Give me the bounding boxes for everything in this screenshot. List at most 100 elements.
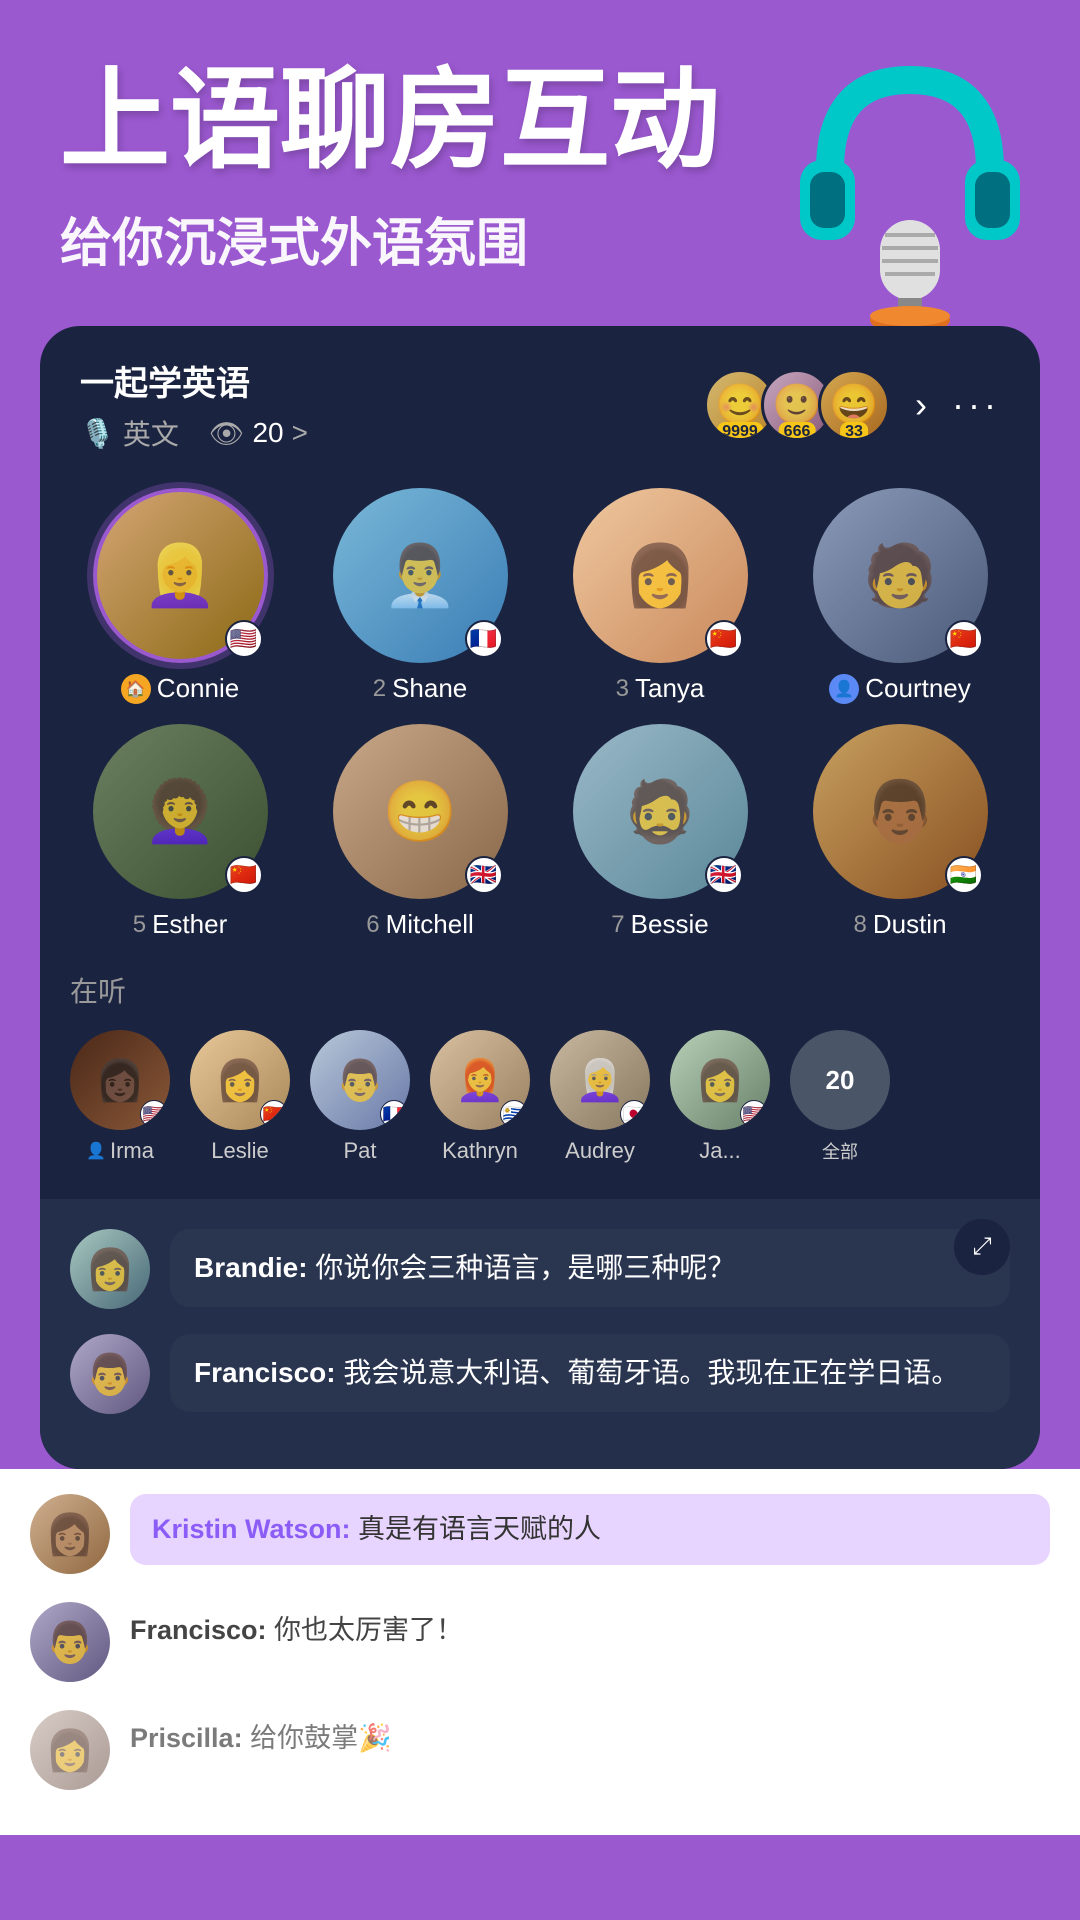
speaker-avatar-wrap: 👩‍🦱 🇨🇳 [93, 724, 268, 899]
stack-count-1: 9999 [717, 422, 763, 441]
speaker-name: Bessie [631, 909, 709, 940]
speaker-item[interactable]: 👩‍🦱 🇨🇳 5 Esther [70, 724, 290, 940]
chat-sender: Priscilla: [130, 1723, 250, 1753]
listener-item[interactable]: 👩🏿 🇺🇸 👤 Irma [70, 1030, 170, 1164]
listener-flag: 🇨🇳 [260, 1100, 288, 1128]
chat-text: Francisco: 我会说意大利语、葡萄牙语。我现在正在学日语。 [194, 1357, 959, 1388]
speaker-num: 8 [853, 911, 866, 939]
listener-name: Kathryn [442, 1138, 518, 1164]
speaker-avatar-wrap: 🧑 🇨🇳 [813, 488, 988, 663]
more-options-button[interactable]: ··· [952, 384, 1000, 426]
speaker-name: Shane [392, 673, 467, 704]
chat-avatar: 👨 [30, 1602, 110, 1682]
speaker-item[interactable]: 👨🏾 🇮🇳 8 Dustin [790, 724, 1010, 940]
bottom-chat-message: 👨 Francisco: 你也太厉害了！ [30, 1594, 1050, 1690]
listener-avatar: 👩 🇺🇸 [670, 1030, 770, 1130]
chat-sender: Francisco: [194, 1357, 343, 1388]
room-lang: 🎙️ 英文 [80, 413, 179, 453]
chat-bubble: Brandie: 你说你会三种语言，是哪三种呢？ [170, 1229, 1010, 1307]
viewers-count: 20 [252, 417, 283, 449]
listener-avatar: 👩🏿 🇺🇸 [70, 1030, 170, 1130]
listener-item[interactable]: 👩 🇺🇸 Ja... [670, 1030, 770, 1164]
speaker-avatar-wrap: 👩 🇨🇳 [573, 488, 748, 663]
bottom-chat-message: 👩 Priscilla: 给你鼓掌🎉 [30, 1710, 1050, 1790]
speaker-num: 2 [373, 675, 386, 703]
chat-text: Kristin Watson: 真是有语言天赋的人 [152, 1514, 601, 1544]
listener-more-item[interactable]: 20 全部 [790, 1030, 890, 1164]
host-icon: 🏠 [121, 674, 151, 704]
listener-flag: 🇫🇷 [380, 1100, 408, 1128]
bottom-chat-message: 👩🏽 Kristin Watson: 真是有语言天赋的人 [30, 1494, 1050, 1574]
chat-expand-button[interactable]: ⤢ [954, 1219, 1010, 1275]
header-area: 上语聊房互动 给你沉浸式外语氛围 [0, 0, 1080, 306]
speaker-avatar-wrap: 👨‍💼 🇫🇷 [333, 488, 508, 663]
mic-icon: 🎙️ [80, 417, 115, 450]
speaker-name-row: 6 Mitchell [366, 909, 474, 940]
listener-item[interactable]: 👩‍🦳 🇯🇵 Audrey [550, 1030, 650, 1164]
chat-avatar: 👩 [30, 1710, 110, 1790]
speaker-item[interactable]: 👱‍♀️ 🇺🇸 🏠 Connie [70, 488, 290, 704]
expand-avatars-button[interactable]: › [905, 384, 937, 426]
speaker-name-row: 👤 Courtney [829, 673, 971, 704]
speaker-item[interactable]: 🧑 🇨🇳 👤 Courtney [790, 488, 1010, 704]
flag-badge: 🇬🇧 [705, 856, 743, 894]
speaker-item[interactable]: 🧔 🇬🇧 7 Bessie [550, 724, 770, 940]
room-viewers[interactable]: 👁 20 > [209, 417, 308, 450]
listener-more-circle: 20 [790, 1030, 890, 1130]
chat-content: 真是有语言天赋的人 [358, 1514, 601, 1544]
listener-name: Ja... [699, 1138, 741, 1164]
room-info: 一起学英语 🎙️ 英文 👁 20 > [80, 356, 308, 453]
flag-badge: 🇺🇸 [225, 620, 263, 658]
chat-message: 👨 Francisco: 我会说意大利语、葡萄牙语。我现在正在学日语。 [70, 1334, 1010, 1414]
chat-bubble-highlight: Kristin Watson: 真是有语言天赋的人 [130, 1494, 1050, 1565]
listener-item[interactable]: 👨 🇫🇷 Pat [310, 1030, 410, 1164]
speaker-item[interactable]: 👨‍💼 🇫🇷 2 Shane [310, 488, 530, 704]
chat-content: 给你鼓掌🎉 [250, 1723, 392, 1753]
listener-name: Irma [110, 1138, 154, 1164]
stack-count-2: 666 [779, 422, 816, 441]
chat-sender: Francisco: [130, 1615, 274, 1645]
listeners-section: 在听 👩🏿 🇺🇸 👤 Irma 👩 🇨🇳 Leslie [40, 960, 1040, 1184]
chat-bubble: Francisco: 我会说意大利语、葡萄牙语。我现在正在学日语。 [170, 1334, 1010, 1412]
chat-text: Brandie: 你说你会三种语言，是哪三种呢？ [194, 1252, 735, 1283]
listener-avatar: 👩‍🦳 🇯🇵 [550, 1030, 650, 1130]
speaker-name: Courtney [865, 673, 971, 704]
speaker-name: Dustin [873, 909, 947, 940]
chat-avatar: 👨 [70, 1334, 150, 1414]
chat-sender: Brandie: [194, 1252, 315, 1283]
speaker-avatar-wrap: 🧔 🇬🇧 [573, 724, 748, 899]
stack-count-3: 33 [840, 422, 868, 441]
decoration-icon [770, 20, 1050, 340]
room-header: 一起学英语 🎙️ 英文 👁 20 > 😊 9999 [40, 326, 1040, 468]
speaker-num: 3 [616, 675, 629, 703]
listener-item[interactable]: 👩‍🦰 🇺🇾 Kathryn [430, 1030, 530, 1164]
room-actions: 😊 9999 🙂 666 😄 33 › ··· [704, 369, 1000, 441]
listener-item[interactable]: 👩 🇨🇳 Leslie [190, 1030, 290, 1164]
speaker-name-row: 5 Esther [133, 909, 228, 940]
listener-more-label: 全部 [822, 1138, 858, 1164]
bottom-chat: 👩🏽 Kristin Watson: 真是有语言天赋的人 👨 Francisco… [0, 1469, 1080, 1835]
speaker-num: 7 [611, 911, 624, 939]
chat-avatar: 👩🏽 [30, 1494, 110, 1574]
chat-content: 我会说意大利语、葡萄牙语。我现在正在学日语。 [343, 1357, 959, 1388]
chat-content: 你也太厉害了！ [274, 1615, 463, 1645]
speaker-avatar-wrap: 😁 🇬🇧 [333, 724, 508, 899]
listeners-title: 在听 [70, 970, 1010, 1010]
avatar-stack: 😊 9999 🙂 666 😄 33 [704, 369, 890, 441]
chat-text: Francisco: 你也太厉害了！ [130, 1615, 463, 1645]
viewers-arrow: > [292, 417, 308, 449]
speaker-name: Tanya [635, 673, 704, 704]
listener-name: Leslie [211, 1138, 268, 1164]
speaker-avatar-wrap: 👨🏾 🇮🇳 [813, 724, 988, 899]
speaker-item[interactable]: 😁 🇬🇧 6 Mitchell [310, 724, 530, 940]
chat-section: ⤢ 👩 Brandie: 你说你会三种语言，是哪三种呢？ 👨 Francisco… [40, 1199, 1040, 1469]
listener-flag: 🇺🇾 [500, 1100, 528, 1128]
listener-name: Audrey [565, 1138, 635, 1164]
speaker-name-row: 7 Bessie [611, 909, 708, 940]
listener-flag: 🇺🇸 [740, 1100, 768, 1128]
eye-icon: 👁 [209, 417, 245, 450]
flag-badge: 🇮🇳 [945, 856, 983, 894]
speaker-item[interactable]: 👩 🇨🇳 3 Tanya [550, 488, 770, 704]
stack-avatar-3: 😄 33 [818, 369, 890, 441]
speaker-name: Mitchell [386, 909, 474, 940]
